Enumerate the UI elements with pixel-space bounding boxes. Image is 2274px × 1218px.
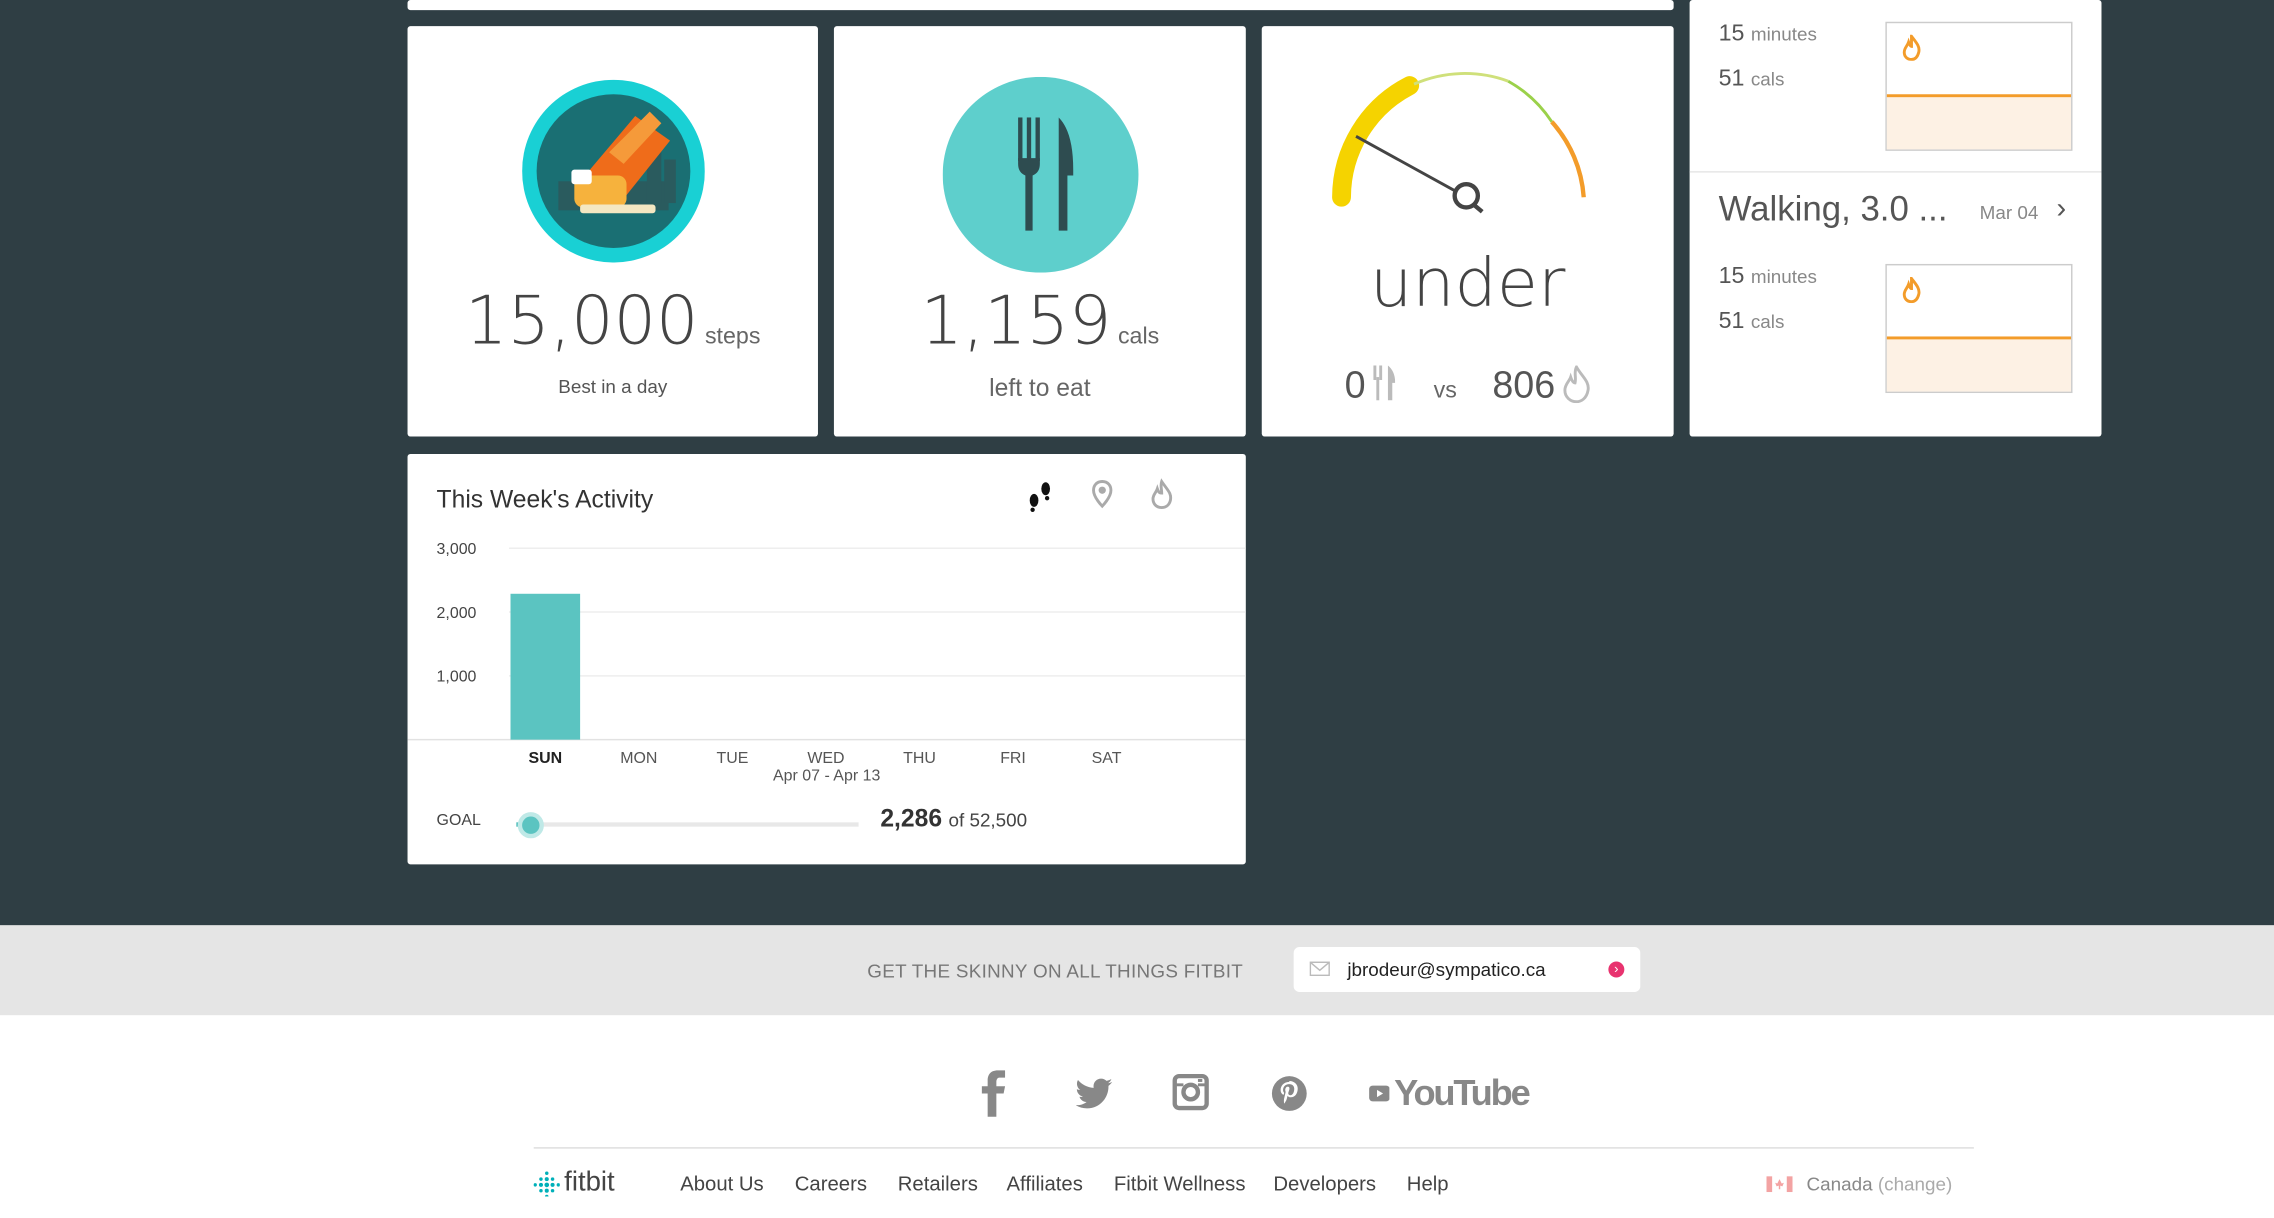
- goal-progress-handle[interactable]: [518, 812, 545, 839]
- x-tick-label: THU: [903, 750, 936, 767]
- weekly-activity-card: This Week's Activity 1,000 2,000 3,000 SUN M…: [407, 453, 1246, 865]
- twitter-icon[interactable]: [1076, 1069, 1114, 1118]
- calories-out-value: 806: [1492, 362, 1556, 407]
- chevron-right-icon[interactable]: ›: [2057, 193, 2067, 226]
- flame-icon: [1563, 363, 1590, 404]
- weekly-goal: of 52,500: [948, 809, 1028, 832]
- footer-link-developers[interactable]: Developers: [1273, 1172, 1376, 1195]
- calorie-balance-tile[interactable]: under 0 vs 806: [1261, 26, 1674, 437]
- newsletter-email-field[interactable]: jbrodeur@sympatico.ca ›: [1293, 947, 1641, 993]
- food-tile[interactable]: 1,159 cals left to eat: [833, 26, 1246, 437]
- newsletter-email-value: jbrodeur@sympatico.ca: [1347, 958, 1546, 981]
- instagram-icon[interactable]: [1172, 1069, 1210, 1118]
- bar-sun[interactable]: [510, 593, 581, 740]
- calories-left-value: 1,159: [920, 281, 1112, 360]
- fork-knife-icon: [1373, 365, 1396, 401]
- facebook-icon[interactable]: [980, 1069, 1009, 1118]
- exercise-title[interactable]: Walking, 3.0 ...: [1719, 190, 1948, 231]
- footer-link-affiliates[interactable]: Affiliates: [1007, 1172, 1083, 1195]
- goal-progress-track: [516, 822, 859, 827]
- sneaker-badge-icon: [522, 79, 705, 263]
- footer-divider: [533, 1147, 1974, 1149]
- footer-link-about[interactable]: About Us: [680, 1172, 764, 1195]
- top-card-partial: [407, 0, 1674, 11]
- exercise-date: Mar 04: [1979, 201, 2039, 224]
- vs-label: vs: [1433, 378, 1457, 404]
- x-tick-label: SUN: [528, 750, 562, 767]
- x-tick-label: SAT: [1092, 750, 1122, 767]
- flame-icon[interactable]: [1144, 477, 1179, 512]
- fork-knife-icon: [942, 76, 1139, 273]
- footer-link-retailers[interactable]: Retailers: [898, 1172, 978, 1195]
- canada-flag-icon: [1766, 1176, 1793, 1193]
- date-range-label: Apr 07 - Apr 13: [773, 767, 881, 785]
- fitbit-logo[interactable]: fitbit: [533, 1167, 615, 1199]
- exercise-calories: 51 cals: [1718, 66, 1785, 92]
- y-tick-label: 2,000: [437, 605, 477, 622]
- x-tick-label: MON: [620, 750, 657, 767]
- exercise-mini-chart[interactable]: [1885, 21, 2073, 151]
- steps-unit: steps: [704, 324, 761, 350]
- country-change-link[interactable]: change: [1884, 1173, 1946, 1195]
- x-tick-label: FRI: [1000, 750, 1026, 767]
- steps-icon[interactable]: [1022, 477, 1057, 512]
- exercise-minutes: 15 minutes: [1718, 21, 1817, 47]
- balance-gauge: [1332, 72, 1586, 214]
- steps-best-tile[interactable]: 15,000 steps Best in a day: [407, 26, 818, 437]
- goal-label: GOAL: [436, 812, 481, 830]
- flame-icon: [1902, 34, 1921, 61]
- footer-link-help[interactable]: Help: [1407, 1172, 1449, 1195]
- weekly-total: 2,286: [880, 804, 943, 833]
- x-tick-label: TUE: [716, 750, 748, 767]
- divider: [1689, 171, 2102, 173]
- weekly-bar-chart: 1,000 2,000 3,000 SUN MON TUE WED THU FRI SAT: [407, 541, 1246, 767]
- calories-in-value: 0: [1344, 362, 1366, 407]
- youtube-logo[interactable]: YouTube: [1369, 1069, 1531, 1118]
- exercise-minutes: 15 minutes: [1718, 263, 1817, 289]
- calories-unit: cals: [1117, 324, 1160, 350]
- exercise-mini-chart[interactable]: [1885, 263, 2073, 394]
- y-tick-label: 1,000: [437, 669, 477, 686]
- submit-arrow-button[interactable]: ›: [1608, 961, 1625, 978]
- newsletter-band: GET THE SKINNY ON ALL THINGS FITBIT jbro…: [0, 925, 2274, 1016]
- fitbit-dashboard: 15,000 steps Best in a day 1,159 cals le…: [0, 0, 2274, 1208]
- youtube-play-icon: [1369, 1085, 1390, 1102]
- dashboard-area: 15,000 steps Best in a day 1,159 cals le…: [0, 0, 2274, 926]
- fitbit-dots-icon: [533, 1171, 560, 1197]
- pinterest-icon[interactable]: [1270, 1069, 1308, 1118]
- location-icon[interactable]: [1085, 477, 1120, 512]
- envelope-icon: [1309, 961, 1330, 977]
- balance-status: under: [1369, 243, 1566, 322]
- youtube-wordmark: YouTube: [1394, 1072, 1531, 1114]
- country-selector[interactable]: Canada (change): [1766, 1173, 1952, 1195]
- steps-caption: Best in a day: [558, 375, 668, 398]
- fitbit-wordmark: fitbit: [564, 1167, 615, 1198]
- footer-link-wellness[interactable]: Fitbit Wellness: [1114, 1172, 1246, 1195]
- flame-icon: [1902, 277, 1921, 304]
- footer-link-careers[interactable]: Careers: [795, 1172, 867, 1195]
- calories-caption: left to eat: [989, 374, 1091, 402]
- steps-best-value: 15,000: [465, 281, 699, 360]
- y-tick-label: 3,000: [437, 541, 477, 558]
- weekly-activity-title: This Week's Activity: [436, 485, 654, 514]
- x-tick-label: WED: [807, 750, 844, 767]
- country-name: Canada: [1806, 1173, 1873, 1196]
- newsletter-label: GET THE SKINNY ON ALL THINGS FITBIT: [867, 960, 1244, 982]
- exercise-list-card: 15 minutes 51 cals Walking, 3.0 ... Mar …: [1689, 0, 2102, 437]
- exercise-calories: 51 cals: [1718, 308, 1785, 334]
